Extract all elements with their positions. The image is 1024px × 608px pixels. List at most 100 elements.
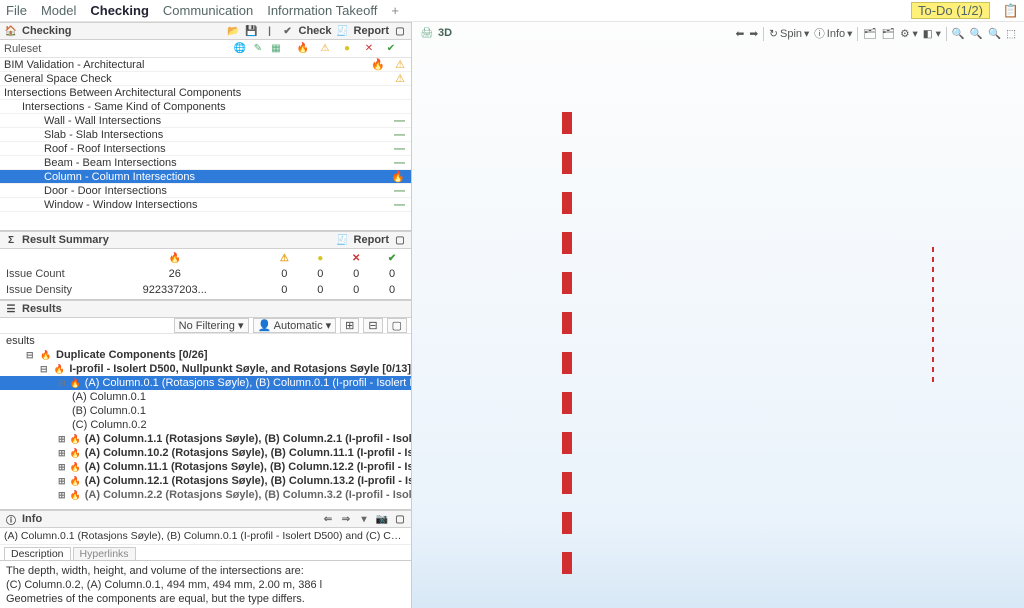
panel-close-icon[interactable]: ▢ <box>393 26 407 37</box>
zoom-fit-icon[interactable]: 🔍 <box>988 27 1001 40</box>
ruleset-node[interactable]: Slab - Slab Intersections— <box>0 128 411 142</box>
twist-icon[interactable]: ⊟ <box>40 364 50 375</box>
summary-box-icon[interactable]: ▢ <box>393 235 407 246</box>
result-row[interactable]: ⊟🔥Duplicate Components [0/26] <box>0 348 411 362</box>
expand-button[interactable]: ⊞ <box>340 318 359 333</box>
ruleset-node[interactable]: Window - Window Intersections— <box>0 198 411 212</box>
save-icon[interactable]: 💾 <box>245 26 259 37</box>
twist-icon[interactable]: ⊞ <box>58 434 66 445</box>
folder-open-icon[interactable]: 📂 <box>227 26 241 37</box>
info-dropdown[interactable]: ⓘ Info ▾ <box>814 26 852 41</box>
result-row[interactable]: ⊟🔥(A) Column.0.1 (Rotasjons Søyle), (B) … <box>0 376 411 390</box>
main-menu: File Model Checking Communication Inform… <box>0 0 1024 22</box>
menu-file[interactable]: File <box>6 3 27 18</box>
ruleset-node[interactable]: General Space Check⚠ <box>0 72 411 86</box>
ruleset-tree[interactable]: BIM Validation - Architectural🔥⚠General … <box>0 58 411 230</box>
ruleset-node[interactable]: Door - Door Intersections— <box>0 184 411 198</box>
ruleset-node[interactable]: Wall - Wall Intersections— <box>0 114 411 128</box>
info-icon-a[interactable]: ▾ <box>357 514 371 525</box>
globe-icon[interactable]: 🌐 <box>234 43 246 55</box>
ruleset-node-label: Window - Window Intersections <box>44 199 302 211</box>
zoom-in-icon[interactable]: 🔍 <box>952 27 965 40</box>
info-body-l1: The depth, width, height, and volume of … <box>6 565 405 579</box>
wand-icon[interactable]: ✎ <box>252 43 264 55</box>
column-segment <box>562 392 572 414</box>
column-segment-far <box>932 267 934 272</box>
menu-takeoff[interactable]: Information Takeoff <box>267 3 377 18</box>
view-3d[interactable]: 🖨 3D ⬅ ➡ ↻ Spin ▾ ⓘ Info ▾ 🗂 🗂 ⚙ ▾ ◧ ▾ 🔍… <box>412 22 1024 608</box>
view-3d-label: 🖨 3D <box>420 26 452 40</box>
check-icon[interactable]: ✔ <box>281 26 295 37</box>
summary-report-button[interactable]: Report <box>354 234 389 246</box>
summary-table: 🔥 ⚠ ● ✕ ✔ Issue Count 26 0 0 0 0 Issue D… <box>0 249 411 299</box>
summary-report-icon[interactable]: 🧾 <box>336 235 350 246</box>
menu-communication[interactable]: Communication <box>163 3 253 18</box>
column-segment-far <box>932 297 934 302</box>
nav-fwd-icon[interactable]: ➡ <box>749 28 758 40</box>
result-label: (A) Column.2.2 (Rotasjons Søyle), (B) Co… <box>85 489 411 501</box>
result-row[interactable]: ⊟🔥I-profil - Isolert D500, Nullpunkt Søy… <box>0 362 411 376</box>
cube-icon[interactable]: ◧ ▾ <box>923 28 941 40</box>
result-row[interactable]: (C) Column.0.2 <box>0 418 411 432</box>
twist-icon[interactable]: ⊟ <box>58 378 66 389</box>
results-root[interactable]: esults <box>0 334 411 348</box>
ruleset-tool-icons[interactable]: 🌐 ✎ ▦ <box>234 43 282 55</box>
info-nav-next[interactable]: ⇒ <box>339 514 353 525</box>
result-row[interactable]: (B) Column.0.1 <box>0 404 411 418</box>
layer2-icon[interactable]: 🗂 <box>882 27 895 40</box>
spin-dropdown[interactable]: ↻ Spin ▾ <box>769 28 809 40</box>
result-row[interactable]: ⊞🔥(A) Column.2.2 (Rotasjons Søyle), (B) … <box>0 488 411 502</box>
ruleset-node[interactable]: Column - Column Intersections🔥 <box>0 170 411 184</box>
printer-icon[interactable]: 🖨 <box>420 26 434 40</box>
layer1-icon[interactable]: 🗂 <box>863 27 876 40</box>
result-row[interactable]: ⊞🔥(A) Column.1.1 (Rotasjons Søyle), (B) … <box>0 432 411 446</box>
twist-icon[interactable]: ⊞ <box>58 462 66 473</box>
results-box-icon[interactable]: ▢ <box>387 318 407 333</box>
report-icon[interactable]: 🧾 <box>336 26 350 37</box>
todo-badge[interactable]: To-Do (1/2) <box>911 2 990 19</box>
menu-model[interactable]: Model <box>41 3 76 18</box>
pass-dash-icon: — <box>394 157 405 169</box>
ruleset-node[interactable]: Roof - Roof Intersections— <box>0 142 411 156</box>
task-icon[interactable]: 📋 <box>1004 4 1018 18</box>
critical-icon: 🔥 <box>70 434 81 445</box>
no-filtering-dropdown[interactable]: No Filtering ▾ <box>174 318 249 333</box>
info-snapshot-icon[interactable]: 📷 <box>375 514 389 525</box>
ruleset-node[interactable]: Intersections Between Architectural Comp… <box>0 86 411 100</box>
result-row[interactable]: ⊞🔥(A) Column.11.1 (Rotasjons Søyle), (B)… <box>0 460 411 474</box>
twist-icon[interactable]: ⊞ <box>58 448 66 459</box>
info-nav-prev[interactable]: ⇐ <box>321 514 335 525</box>
nav-back-icon[interactable]: ⬅ <box>736 28 745 40</box>
twist-icon[interactable]: ⊞ <box>58 476 66 487</box>
result-row[interactable]: ⊞🔥(A) Column.10.2 (Rotasjons Søyle), (B)… <box>0 446 411 460</box>
result-row[interactable]: ⊞🔥(A) Column.12.1 (Rotasjons Søyle), (B)… <box>0 474 411 488</box>
ruleset-node-label: Door - Door Intersections <box>44 185 302 197</box>
results-tree[interactable]: esults ⊟🔥Duplicate Components [0/26]⊟🔥I-… <box>0 334 411 509</box>
column-segment-far <box>932 307 934 312</box>
info-body-l2: (C) Column.0.2, (A) Column.0.1, 494 mm, … <box>6 579 405 593</box>
twist-icon[interactable]: ⊞ <box>58 490 66 501</box>
column-segment <box>562 152 572 174</box>
ruleset-node[interactable]: Intersections - Same Kind of Components <box>0 100 411 114</box>
automatic-dropdown[interactable]: 👤 Automatic ▾ <box>253 318 337 333</box>
zoom-window-icon[interactable]: ⬚ <box>1006 28 1016 40</box>
info-body: The depth, width, height, and volume of … <box>0 560 411 608</box>
column-segment-far <box>932 247 934 252</box>
result-row[interactable]: (A) Column.0.1 <box>0 390 411 404</box>
column-segment-far <box>932 357 934 362</box>
critical-icon: 🔥 <box>297 43 309 55</box>
report-button[interactable]: Report <box>354 25 389 37</box>
info-box-icon[interactable]: ▢ <box>393 514 407 525</box>
grid-icon[interactable]: ▦ <box>270 43 282 55</box>
tab-hyperlinks[interactable]: Hyperlinks <box>73 547 136 560</box>
menu-checking[interactable]: Checking <box>90 3 149 18</box>
collapse-button[interactable]: ⊟ <box>363 318 382 333</box>
zoom-out-icon[interactable]: 🔍 <box>970 27 983 40</box>
add-tab-button[interactable]: + <box>391 3 399 18</box>
twist-icon[interactable]: ⊟ <box>26 350 36 361</box>
ruleset-node[interactable]: BIM Validation - Architectural🔥⚠ <box>0 58 411 72</box>
ruleset-node[interactable]: Beam - Beam Intersections— <box>0 156 411 170</box>
settings-icon[interactable]: ⚙ ▾ <box>900 28 918 40</box>
tab-description[interactable]: Description <box>4 547 71 560</box>
check-button[interactable]: Check <box>299 25 332 37</box>
